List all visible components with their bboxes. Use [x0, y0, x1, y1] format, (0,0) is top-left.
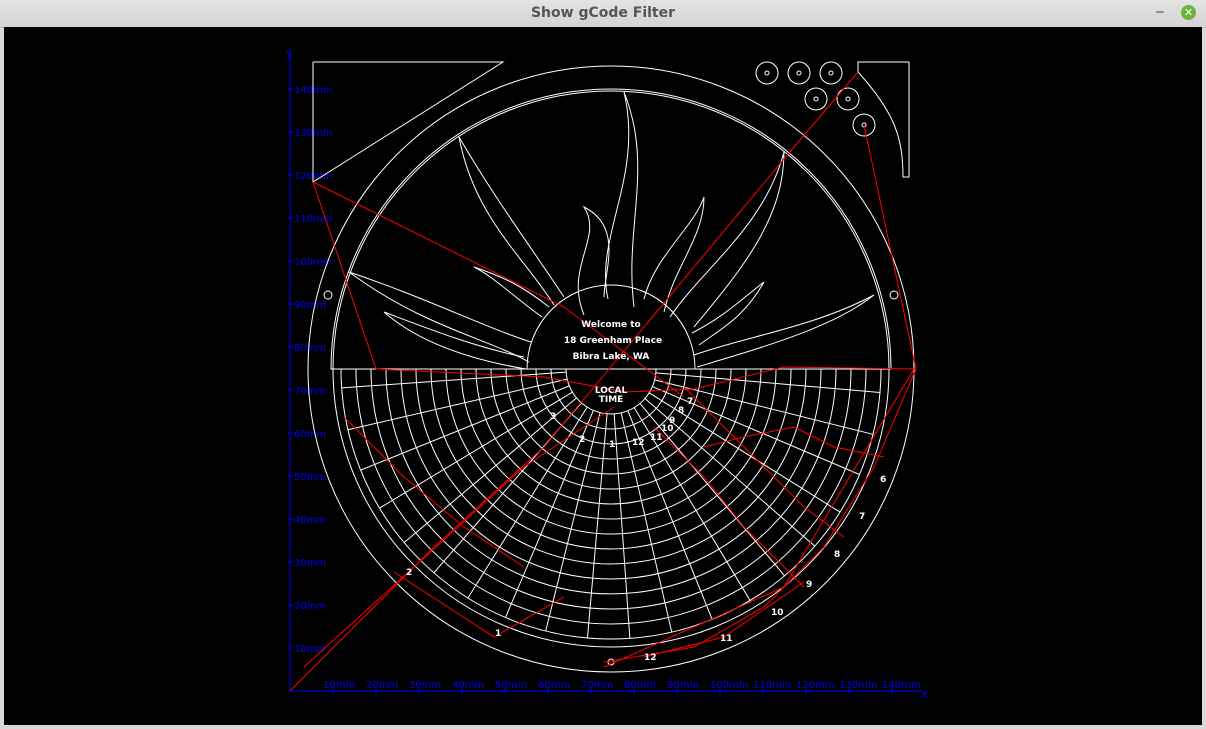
inner-hour-label: 11	[650, 433, 663, 443]
x-tick-label: 50mm	[495, 680, 527, 691]
dial-spoke	[586, 413, 608, 639]
y-tick-label: 70mm	[294, 386, 326, 397]
sun-ray	[604, 91, 639, 308]
engraving-text: Welcome to 18 Greenham Place Bibra Lake,…	[564, 320, 662, 405]
outer-hour-label: 2	[406, 568, 412, 578]
welcome-line-1: Welcome to	[581, 320, 640, 330]
sun-ray	[473, 266, 550, 318]
x-tick-label: 100mm	[710, 680, 749, 691]
travel-move	[312, 181, 685, 398]
y-axis-label: Y	[285, 50, 293, 61]
title-bar: Show gCode Filter ‒ ✕	[0, 0, 1206, 28]
window-title: Show gCode Filter	[530, 5, 676, 21]
sun-ray	[458, 136, 565, 306]
inner-hour-label: 8	[678, 406, 684, 416]
sun-ray	[577, 205, 610, 316]
dial-spoke	[545, 412, 601, 632]
sun-ray	[348, 271, 532, 363]
gcode-preview-canvas[interactable]: X Y 10mm 20mm 30mm 40mm 50mm 60mm 70mm 80mm 90mm…	[4, 27, 1202, 725]
x-tick-label: 10mm	[323, 680, 355, 691]
mount-flap-left	[312, 61, 505, 183]
inner-hour-label: 3	[550, 412, 556, 422]
mount-hole-left	[323, 290, 333, 300]
outer-hour-label: 12	[644, 653, 657, 663]
x-tick-label: 120mm	[796, 680, 835, 691]
welcome-line-3: Bibra Lake, WA	[573, 352, 650, 362]
dial-spoke	[654, 379, 874, 435]
x-tick-label: 130mm	[839, 680, 878, 691]
x-tick-label: 70mm	[581, 680, 613, 691]
y-tick-label: 60mm	[294, 429, 326, 440]
outer-hour-label: 10	[771, 608, 784, 618]
inner-hour-label: 7	[687, 397, 693, 407]
outer-hour-label: 6	[880, 475, 886, 485]
y-tick-label: 30mm	[294, 558, 326, 569]
dial-ring	[355, 368, 867, 625]
x-ticks: 10mm 20mm 30mm 40mm 50mm 60mm 70mm 80mm 90mm 100m…	[323, 680, 921, 694]
y-tick-label: 90mm	[294, 300, 326, 311]
outer-hour-label: 1	[495, 629, 501, 639]
y-tick-label: 50mm	[294, 472, 326, 483]
travel-move	[303, 406, 615, 668]
inner-hour-label: 1	[609, 440, 615, 450]
dial-spoke	[620, 412, 673, 633]
inner-hour-label: 9	[669, 416, 675, 426]
outer-hour-label: 8	[834, 550, 840, 560]
sun-ray	[383, 311, 527, 370]
dial-spoke	[379, 391, 573, 509]
sun-ray	[693, 294, 875, 368]
minimize-icon[interactable]: ‒	[1152, 4, 1168, 20]
y-ticks: 10mm 20mm 30mm 40mm 50mm 60mm 70mm 80mm 90mm 100m…	[287, 85, 333, 655]
close-icon[interactable]: ✕	[1181, 5, 1196, 20]
x-tick-label: 40mm	[452, 680, 484, 691]
y-tick-label: 40mm	[294, 515, 326, 526]
inner-hour-label: 12	[632, 438, 645, 448]
x-tick-label: 110mm	[753, 680, 792, 691]
dial-spoke	[613, 413, 631, 639]
y-tick-label: 80mm	[294, 343, 326, 354]
dial-spoke	[467, 406, 588, 599]
travel-paths	[289, 71, 917, 692]
outer-hour-label: 7	[859, 512, 865, 522]
y-tick-label: 20mm	[294, 601, 326, 612]
sun-ray	[691, 281, 765, 346]
x-tick-label: 20mm	[366, 680, 398, 691]
gcode-plot: X Y 10mm 20mm 30mm 40mm 50mm 60mm 70mm 80mm 90mm…	[285, 49, 928, 701]
dial-spoke	[652, 386, 860, 475]
x-tick-label: 80mm	[624, 680, 656, 691]
outer-hour-label: 11	[720, 634, 733, 644]
axes: X Y	[285, 49, 928, 701]
dial-spoke	[347, 378, 568, 431]
outer-hour-label: 9	[806, 580, 812, 590]
x-tick-label: 140mm	[882, 680, 921, 691]
x-tick-label: 30mm	[409, 680, 441, 691]
x-tick-label: 90mm	[667, 680, 699, 691]
x-axis-label: X	[921, 690, 928, 701]
dial-spoke	[341, 371, 567, 389]
y-tick-label: 100mm	[294, 257, 333, 268]
inner-hour-label: 2	[579, 435, 585, 445]
sun-ray	[643, 196, 705, 313]
mount-bracket-right	[857, 61, 910, 178]
app-window: Show gCode Filter ‒ ✕ X Y 10mm 20mm 30mm 40…	[0, 0, 1206, 729]
mount-hole-right	[889, 290, 899, 300]
travel-move	[643, 581, 805, 658]
sun-ray	[669, 151, 785, 328]
x-tick-label: 60mm	[538, 680, 570, 691]
y-tick-label: 10mm	[294, 644, 326, 655]
local-time-line-2: TIME	[599, 395, 624, 405]
welcome-line-2: 18 Greenham Place	[564, 336, 662, 346]
